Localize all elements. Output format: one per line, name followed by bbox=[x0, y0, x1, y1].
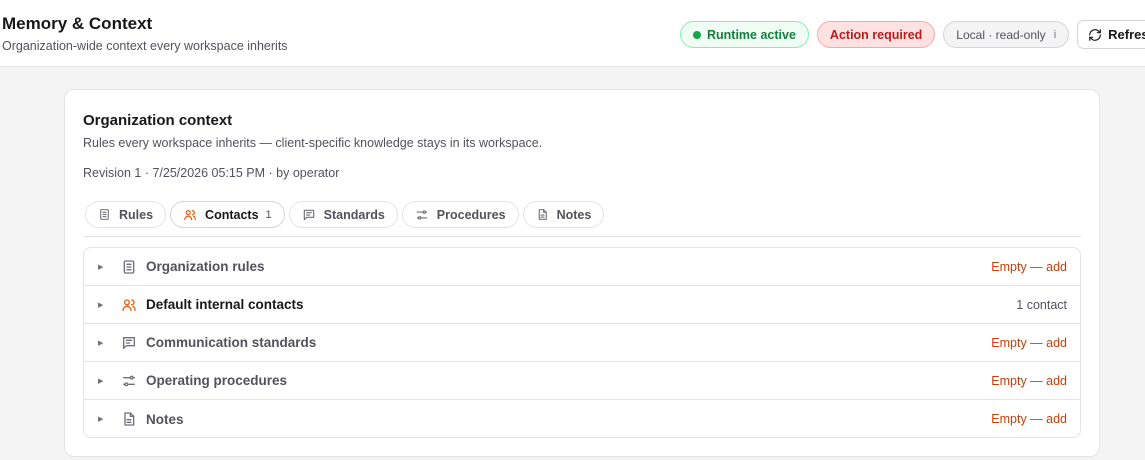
users-icon bbox=[184, 209, 196, 220]
section-row-default-internal-contacts[interactable]: ▶ Default internal contacts 1 contact bbox=[84, 286, 1080, 324]
mode-label: Local · read-only bbox=[956, 27, 1046, 42]
section-label: Default internal contacts bbox=[146, 297, 304, 312]
section-status-link[interactable]: Empty — add bbox=[991, 336, 1067, 350]
context-tabs: Rules Contacts 1 Standards Procedures No… bbox=[85, 201, 605, 228]
runtime-status-badge: Runtime active bbox=[680, 21, 809, 48]
note-icon bbox=[124, 412, 135, 426]
section-label: Communication standards bbox=[146, 335, 317, 350]
expand-caret-icon[interactable]: ▶ bbox=[98, 263, 103, 271]
tab-procedures[interactable]: Procedures bbox=[401, 201, 519, 228]
section-status-link[interactable]: Empty — add bbox=[991, 374, 1067, 388]
sliders-icon bbox=[123, 375, 135, 387]
tabs-divider bbox=[83, 236, 1081, 237]
tab-rules[interactable]: Rules bbox=[85, 201, 167, 228]
action-required-badge[interactable]: Action required bbox=[816, 21, 936, 48]
section-row-operating-procedures[interactable]: ▶ Operating procedures Empty — add bbox=[84, 362, 1080, 400]
users-icon bbox=[122, 299, 136, 311]
tab-label: Procedures bbox=[436, 207, 506, 222]
section-status-link[interactable]: Empty — add bbox=[991, 260, 1067, 274]
expand-caret-icon[interactable]: ▶ bbox=[98, 301, 103, 309]
runtime-dot-icon bbox=[693, 30, 701, 39]
tab-count-badge: 1 bbox=[265, 208, 272, 221]
section-row-organization-rules[interactable]: ▶ Organization rules Empty — add bbox=[84, 248, 1080, 286]
section-label: Notes bbox=[146, 411, 184, 427]
info-icon[interactable]: i bbox=[1054, 29, 1056, 41]
mode-badge: Local · read-only i bbox=[943, 21, 1070, 48]
revision-info: Revision 1 · 7/25/2026 05:15 PM · by ope… bbox=[83, 166, 340, 180]
refresh-icon bbox=[1089, 28, 1101, 41]
note-icon bbox=[538, 209, 547, 220]
sliders-icon bbox=[416, 209, 428, 220]
page-title: Memory & Context bbox=[2, 14, 153, 33]
card-description: Rules every workspace inherits — client-… bbox=[83, 136, 543, 150]
section-status-count: 1 contact bbox=[1016, 297, 1067, 312]
section-label: Operating procedures bbox=[146, 373, 288, 388]
tab-standards[interactable]: Standards bbox=[288, 201, 398, 228]
section-row-communication-standards[interactable]: ▶ Communication standards Empty — add bbox=[84, 324, 1080, 362]
message-icon bbox=[303, 209, 314, 220]
document-icon bbox=[100, 209, 109, 220]
organization-context-card: Organization context Rules every workspa… bbox=[64, 89, 1100, 457]
page-subtitle: Organization-wide context every workspac… bbox=[2, 39, 288, 53]
action-required-label: Action required bbox=[829, 27, 923, 42]
expand-caret-icon[interactable]: ▶ bbox=[98, 415, 103, 423]
tab-contacts[interactable]: Contacts 1 bbox=[170, 201, 285, 228]
section-row-notes[interactable]: ▶ Notes Empty — add bbox=[84, 400, 1080, 437]
expand-caret-icon[interactable]: ▶ bbox=[98, 377, 103, 385]
top-bar: Memory & Context Organization-wide conte… bbox=[0, 0, 1145, 67]
section-label: Organization rules bbox=[146, 259, 265, 274]
refresh-label: Refresh bbox=[1108, 27, 1145, 42]
tab-label: Standards bbox=[323, 207, 385, 222]
tab-label: Notes bbox=[556, 207, 592, 222]
refresh-button[interactable]: Refresh bbox=[1077, 20, 1145, 49]
runtime-status-label: Runtime active bbox=[707, 27, 796, 42]
document-icon bbox=[123, 260, 135, 274]
tab-label: Contacts bbox=[205, 207, 259, 222]
expand-caret-icon[interactable]: ▶ bbox=[98, 339, 103, 347]
section-status-link[interactable]: Empty — add bbox=[991, 412, 1067, 426]
header-status-group: Runtime active Action required Local · r… bbox=[680, 20, 1145, 49]
tab-notes[interactable]: Notes bbox=[522, 201, 605, 228]
card-title: Organization context bbox=[83, 112, 233, 129]
context-sections-list: ▶ Organization rules Empty — add ▶ Defau… bbox=[83, 247, 1081, 438]
tab-label: Rules bbox=[119, 207, 154, 222]
message-icon bbox=[123, 337, 135, 349]
